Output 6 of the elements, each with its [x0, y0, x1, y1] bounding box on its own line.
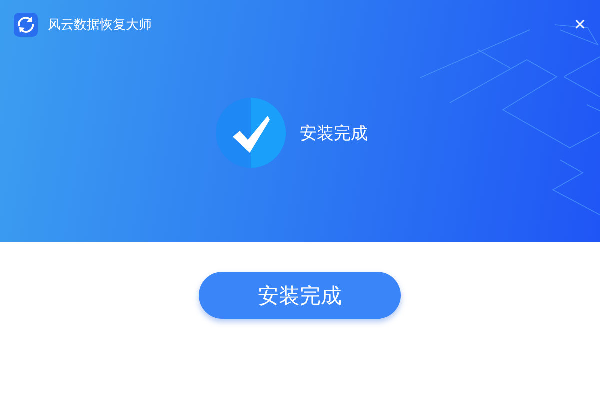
finish-button[interactable]: 安装完成 — [199, 272, 401, 319]
status-message: 安装完成 — [300, 122, 368, 144]
checkmark-icon — [216, 98, 286, 168]
close-button[interactable]: × — [570, 15, 590, 35]
app-logo-icon — [14, 13, 38, 37]
window-title: 风云数据恢复大师 — [48, 17, 152, 34]
